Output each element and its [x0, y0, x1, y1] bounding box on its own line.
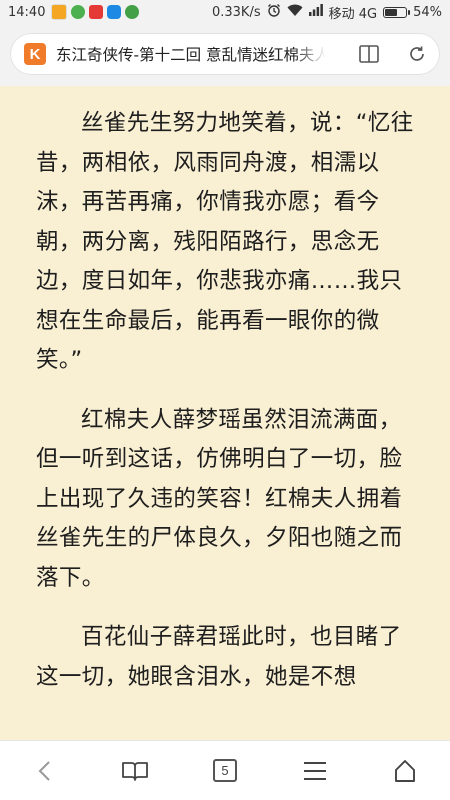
browser-address-bar: K 东江奇侠传-第十二回 意乱情迷红棉夫人: [0, 24, 450, 86]
refresh-icon[interactable]: [406, 43, 428, 65]
status-time: 14:40: [8, 4, 46, 20]
article-paragraph: 百花仙子薛君瑶此时，也目睹了这一切，她眼含泪水，她是不想: [36, 624, 402, 690]
network-speed: 0.33K/s: [211, 4, 261, 20]
chevron-left-icon: [38, 760, 50, 781]
carrier-label: 移动 4G: [328, 6, 378, 22]
alarm-icon: [267, 3, 281, 21]
tab-count: 5: [213, 759, 237, 782]
battery-percent: 54%: [413, 4, 442, 20]
article-content: 丝雀先生努力地笑着，说：“忆往昔，两相依，风雨同舟渡，相濡以沫，再苦再痛，你情我…: [0, 86, 450, 740]
bottom-toolbar: 5: [0, 740, 450, 800]
status-bar: 14:40 0.33K/s 移动 4G 54%: [0, 0, 450, 24]
reader-mode-icon[interactable]: [358, 43, 380, 65]
url-field[interactable]: K 东江奇侠传-第十二回 意乱情迷红棉夫人: [10, 33, 440, 75]
bookmarks-button[interactable]: [113, 749, 157, 793]
menu-button[interactable]: [293, 749, 337, 793]
wechat-icon: [71, 5, 86, 19]
signal-icon: [308, 4, 323, 20]
home-icon: [395, 759, 415, 782]
home-button[interactable]: [383, 749, 427, 793]
wifi-icon: [287, 4, 303, 21]
book-icon: [122, 761, 148, 781]
tabs-button[interactable]: 5: [203, 749, 247, 793]
battery-icon: [383, 6, 411, 18]
notification-icons: [51, 4, 140, 20]
article-paragraph: 红棉夫人薛梦瑶虽然泪流满面，但一听到这话，仿佛明白了一切，脸上出现了久违的笑容！…: [36, 406, 403, 591]
red-packet-icon: [89, 5, 104, 19]
green-app-icon: [125, 5, 140, 19]
app-icon: [51, 4, 68, 20]
qq-icon: [107, 5, 122, 19]
article-paragraph: 丝雀先生努力地笑着，说：“忆往昔，两相依，风雨同舟渡，相濡以沫，再苦再痛，你情我…: [36, 110, 414, 373]
site-logo-icon: K: [24, 43, 46, 65]
page-title[interactable]: 东江奇侠传-第十二回 意乱情迷红棉夫人: [56, 43, 326, 65]
back-button[interactable]: [23, 749, 67, 793]
menu-icon: [304, 761, 326, 780]
